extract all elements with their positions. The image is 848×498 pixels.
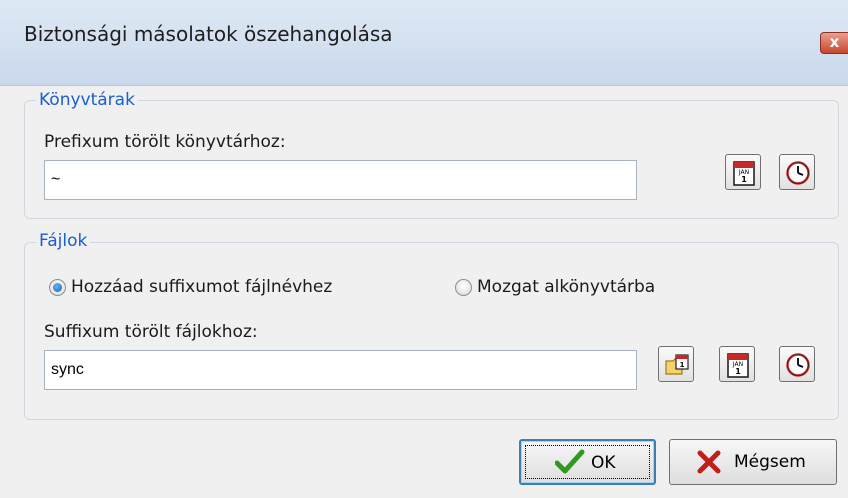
close-icon: x xyxy=(829,33,840,51)
cancel-button-label: Mégsem xyxy=(734,452,806,472)
ok-button[interactable]: OK xyxy=(519,439,656,485)
prefix-label: Prefixum törölt könyvtárhoz: xyxy=(44,132,286,152)
svg-text:1: 1 xyxy=(735,367,741,376)
prefix-input[interactable] xyxy=(44,160,637,200)
prefix-date-button[interactable]: JAN 1 xyxy=(725,154,761,190)
clock-icon xyxy=(786,353,810,377)
svg-text:1: 1 xyxy=(741,175,747,184)
radio-move-subfolder-circle[interactable] xyxy=(455,279,472,296)
radio-add-suffix-circle[interactable] xyxy=(49,279,66,296)
cancel-button[interactable]: Mégsem xyxy=(669,439,837,485)
focus-rect xyxy=(525,445,650,479)
prefix-time-button[interactable] xyxy=(779,154,815,190)
radio-move-subfolder-label[interactable]: Mozgat alkönyvtárba xyxy=(477,277,655,297)
suffix-input[interactable] xyxy=(44,350,637,390)
calendar-icon: JAN 1 xyxy=(727,353,749,378)
title-bar[interactable]: Biztonsági másolatok öszehangolása x xyxy=(0,0,848,86)
clock-icon xyxy=(786,161,810,185)
suffix-time-button[interactable] xyxy=(779,346,815,382)
svg-text:1: 1 xyxy=(680,361,685,369)
radio-selected-dot xyxy=(53,283,62,292)
folder-calendar-icon: 1 xyxy=(665,354,689,375)
suffix-folder-button[interactable]: 1 xyxy=(658,346,694,382)
suffix-label: Suffixum törölt fájlokhoz: xyxy=(44,322,258,342)
cancel-x-icon xyxy=(697,450,721,474)
sync-dialog: Biztonsági másolatok öszehangolása x Kön… xyxy=(0,0,848,498)
radio-add-suffix-label[interactable]: Hozzáad suffixumot fájlnévhez xyxy=(71,277,332,297)
window-title: Biztonsági másolatok öszehangolása xyxy=(24,22,393,46)
files-legend: Fájlok xyxy=(36,231,91,251)
calendar-icon: JAN 1 xyxy=(733,161,755,186)
suffix-date-button[interactable]: JAN 1 xyxy=(719,346,755,382)
libraries-legend: Könyvtárak xyxy=(36,90,138,110)
close-button[interactable]: x xyxy=(820,32,848,54)
